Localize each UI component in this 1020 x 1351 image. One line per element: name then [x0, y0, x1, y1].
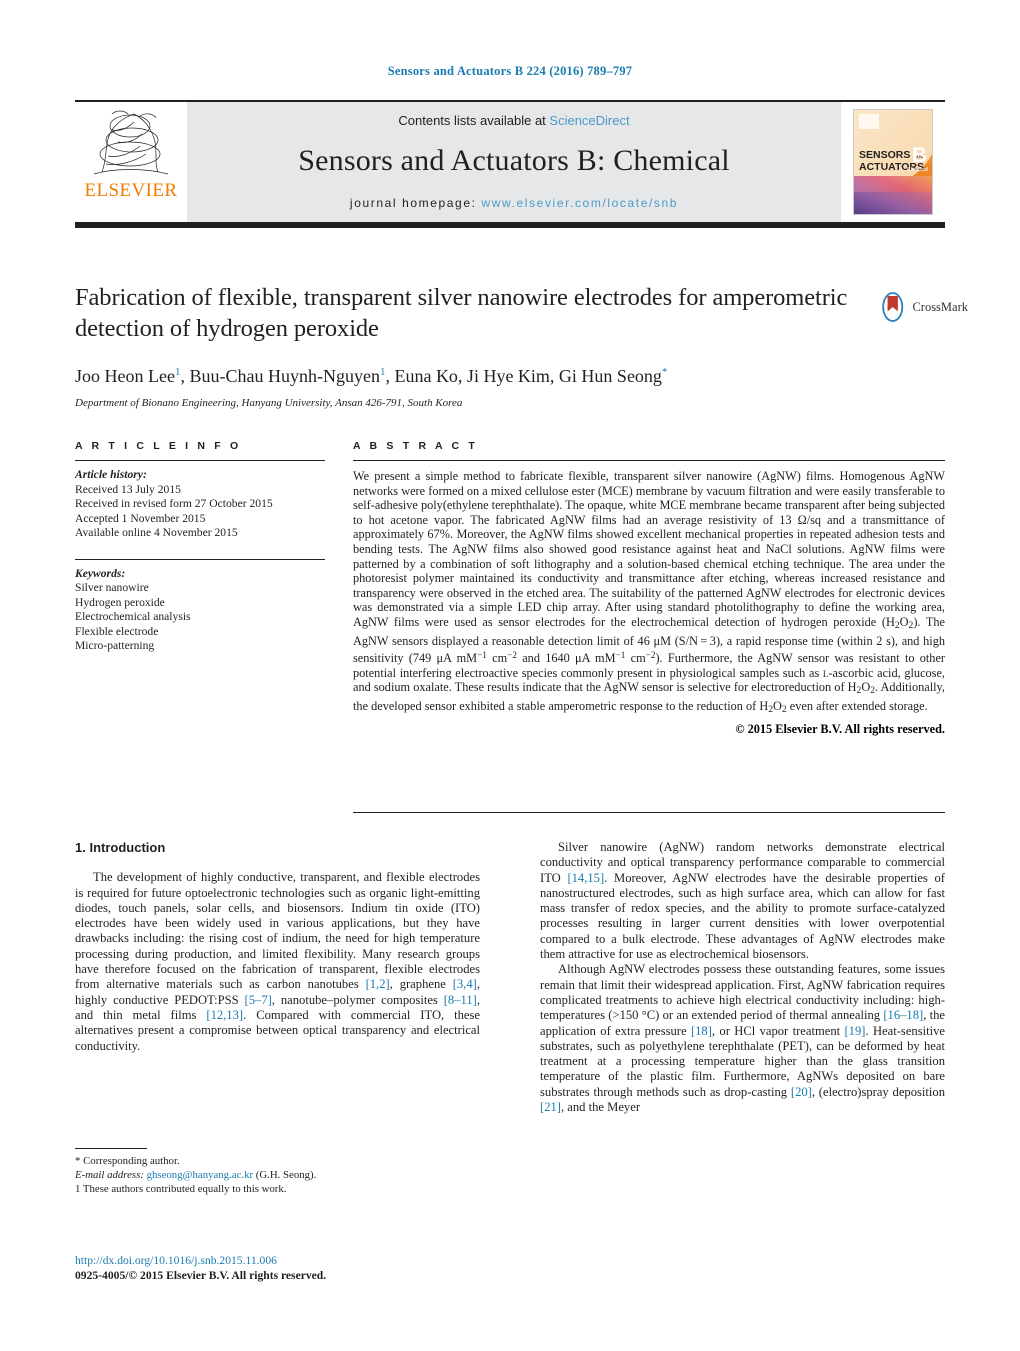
article-history-group: Article history: Received 13 July 2015 R…: [75, 461, 325, 541]
cover-series-subtitle: Chemical: [907, 167, 928, 173]
abstract-copyright: © 2015 Elsevier B.V. All rights reserved…: [735, 721, 945, 736]
journal-homepage-line: journal homepage: www.elsevier.com/locat…: [350, 196, 678, 210]
journal-homepage-link[interactable]: www.elsevier.com/locate/snb: [481, 196, 678, 210]
masthead-center: Contents lists available at ScienceDirec…: [187, 102, 841, 222]
cover-image: SENSORS and ACTUATORS B Chemical: [853, 109, 933, 215]
keyword-item: Silver nanowire: [75, 581, 149, 594]
contents-available-line: Contents lists available at ScienceDirec…: [398, 113, 629, 128]
author-list: Joo Heon Lee1, Buu-Chau Huynh-Nguyen1, E…: [75, 366, 668, 386]
article-info-column: A R T I C L E I N F O Article history: R…: [75, 440, 325, 737]
email-label: E-mail address:: [75, 1169, 144, 1181]
footnote-corresponding-author: * Corresponding author.: [75, 1155, 180, 1167]
footer-doi-block: http://dx.doi.org/10.1016/j.snb.2015.11.…: [75, 1253, 495, 1283]
history-item: Accepted 1 November 2015: [75, 511, 206, 525]
info-abstract-region: A R T I C L E I N F O Article history: R…: [75, 440, 945, 737]
footnotes-block: * Corresponding author. E-mail address: …: [75, 1148, 480, 1196]
crossmark-icon: [882, 292, 904, 322]
contents-prefix: Contents lists available at: [398, 112, 550, 128]
email-owner: (G.H. Seong).: [255, 1169, 317, 1181]
affiliation: Department of Bionano Engineering, Hanya…: [75, 397, 463, 409]
abstract-label: A B S T R A C T: [353, 440, 478, 452]
crossmark-badge[interactable]: CrossMark: [878, 283, 968, 331]
cover-series-letter: B: [911, 144, 927, 167]
keywords-heading: Keywords:: [75, 566, 126, 580]
paper-page: Sensors and Actuators B 224 (2016) 789–7…: [0, 0, 1020, 1351]
paragraph: Silver nanowire (AgNW) random networks d…: [540, 840, 946, 962]
keyword-item: Electrochemical analysis: [75, 610, 191, 623]
elsevier-tree-icon: [93, 110, 169, 175]
keyword-item: Hydrogen peroxide: [75, 595, 165, 609]
issn-copyright-line: 0925-4005/© 2015 Elsevier B.V. All right…: [75, 1269, 327, 1282]
cover-bottom-band-2: [854, 192, 932, 214]
history-item: Received in revised form 27 October 2015: [75, 497, 273, 510]
body-column-left: 1. Introduction The development of highl…: [75, 840, 480, 1115]
keyword-item: Micro-patterning: [75, 639, 155, 652]
paragraph: The development of highly conductive, tr…: [75, 870, 480, 1053]
body-columns: 1. Introduction The development of highl…: [75, 840, 945, 1115]
crossmark-label: CrossMark: [912, 299, 968, 314]
cover-line-1: SENSORS: [859, 149, 911, 161]
journal-masthead: ELSEVIER Contents lists available at Sci…: [75, 100, 945, 228]
journal-title: Sensors and Actuators B: Chemical: [298, 143, 730, 177]
abstract-column: A B S T R A C T We present a simple meth…: [325, 440, 945, 737]
elsevier-logo: ELSEVIER: [75, 102, 187, 222]
footnote-rule: [75, 1148, 147, 1149]
journal-cover-thumbnail: SENSORS and ACTUATORS B Chemical: [841, 102, 945, 222]
history-item: Received 13 July 2015: [75, 482, 181, 496]
history-item: Available online 4 November 2015: [75, 526, 238, 539]
page-title: Fabrication of flexible, transparent sil…: [75, 284, 848, 342]
body-column-right: Silver nanowire (AgNW) random networks d…: [540, 840, 945, 1115]
email-address-link[interactable]: ghseong@hanyang.ac.kr: [147, 1169, 253, 1181]
running-head: Sensors and Actuators B 224 (2016) 789–7…: [387, 64, 633, 78]
sciencedirect-link[interactable]: ScienceDirect: [549, 113, 629, 128]
keyword-item: Flexible electrode: [75, 624, 159, 638]
elsevier-wordmark: ELSEVIER: [84, 180, 178, 201]
footnote-email: E-mail address: ghseong@hanyang.ac.kr (G…: [75, 1168, 480, 1182]
section-heading-introduction: 1. Introduction: [75, 840, 166, 855]
footnote-equal-contribution: 1 These authors contributed equally to t…: [75, 1183, 287, 1195]
cover-elsevier-icon: [859, 114, 879, 129]
title-block: Fabrication of flexible, transparent sil…: [75, 282, 865, 409]
keywords-group: Keywords: Silver nanowire Hydrogen perox…: [75, 560, 325, 654]
abstract-rule-bottom: [353, 812, 945, 813]
homepage-prefix: journal homepage:: [349, 195, 482, 210]
article-info-label: A R T I C L E I N F O: [75, 440, 242, 452]
paragraph: Although AgNW electrodes possess these o…: [540, 962, 946, 1115]
abstract-text: We present a simple method to fabricate …: [353, 469, 945, 716]
article-history-heading: Article history:: [75, 468, 147, 481]
doi-link[interactable]: http://dx.doi.org/10.1016/j.snb.2015.11.…: [75, 1253, 495, 1268]
